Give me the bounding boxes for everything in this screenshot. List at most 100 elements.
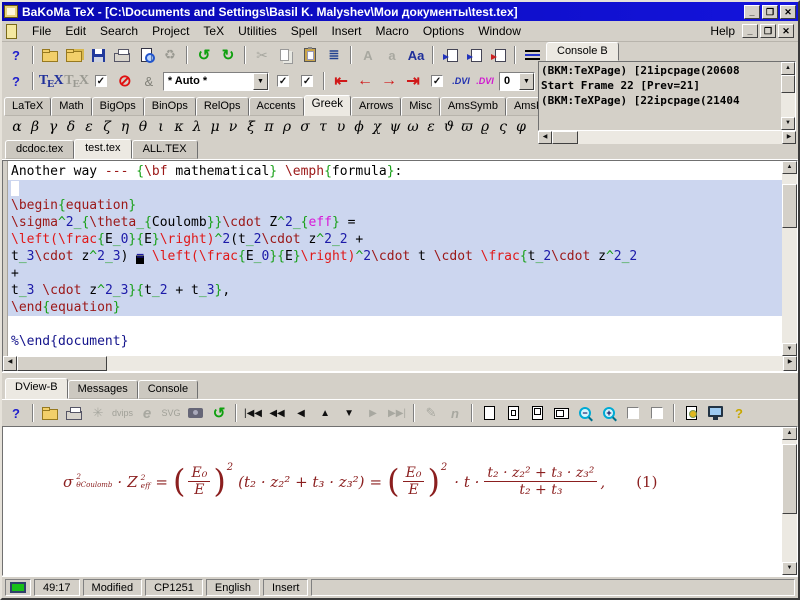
scroll-right-icon[interactable]: ▶ [783, 356, 797, 371]
mdi-close-button[interactable]: ✕ [778, 24, 794, 38]
toolbar-back-1[interactable]: ◀ [290, 403, 312, 423]
toolbar-last-page[interactable]: ⇥ [402, 71, 424, 91]
toolbar-view-page-wide[interactable] [550, 403, 572, 423]
toolbar-indent-paragraph[interactable] [439, 45, 461, 65]
toolbar-print-document[interactable] [111, 45, 133, 65]
toolbar-view-page-corner[interactable] [526, 403, 548, 423]
scroll-right-icon[interactable]: ▶ [782, 131, 796, 144]
symbol-tab-arrows[interactable]: Arrows [351, 97, 401, 116]
toolbar-next-page[interactable]: → [378, 71, 400, 91]
toolbar-view-page-box[interactable] [502, 403, 524, 423]
toolbar-zoom-out[interactable]: − [574, 403, 596, 423]
scroll-down-icon[interactable]: ▼ [782, 343, 797, 356]
greek-symbol-1[interactable]: β [26, 119, 44, 135]
toolbar-help[interactable]: ? [5, 45, 27, 65]
doc-tab-dcdoc-tex[interactable]: dcdoc.tex [5, 140, 74, 159]
editor-hscrollbar[interactable]: ◀ ▶ [3, 356, 797, 371]
greek-symbol-25[interactable]: ϖ [458, 119, 476, 135]
option-check-3-checkbox[interactable]: ✓ [431, 75, 443, 87]
toolbar-toggle-case[interactable]: Aa [405, 45, 427, 65]
scroll-down-icon[interactable]: ▼ [782, 562, 797, 575]
toolbar-outdent-paragraph[interactable] [463, 45, 485, 65]
format-combo[interactable]: * Auto *▼ [163, 72, 269, 91]
editor-text-area[interactable]: Another way --- {\bf mathematical} \emph… [8, 161, 782, 356]
greek-symbol-27[interactable]: ς [494, 119, 512, 135]
toolbar-goto-last[interactable]: ▶▶| [386, 403, 408, 423]
toolbar-option-check-1[interactable]: ✓ [272, 71, 294, 91]
console-vscrollbar[interactable]: ▲ ▼ [781, 62, 795, 130]
greek-symbol-13[interactable]: ξ [242, 119, 260, 135]
symbol-tab-greek[interactable]: Greek [304, 95, 351, 116]
greek-symbol-16[interactable]: σ [296, 119, 314, 135]
console-output[interactable]: (BKM:TeXPage) [21ipcpage(20608Start Fram… [539, 62, 781, 130]
greek-symbol-22[interactable]: ω [404, 119, 422, 135]
toolbar-page-up[interactable]: ▲ [314, 403, 336, 423]
toolbar-export-pdf[interactable]: ✳ [87, 403, 109, 423]
symbol-tab-accents[interactable]: Accents [249, 97, 304, 116]
greek-symbol-6[interactable]: η [116, 119, 134, 135]
toolbar-break-compile[interactable]: ⊘ [114, 71, 136, 91]
scroll-up-icon[interactable]: ▲ [781, 62, 795, 75]
greek-symbol-28[interactable]: φ [512, 119, 530, 135]
scroll-thumb[interactable] [781, 75, 795, 93]
toolbar-page-number-combo[interactable]: 0▼ [498, 71, 536, 91]
toolbar-prev-page[interactable]: ← [354, 71, 376, 91]
toolbar-cut[interactable]: ✂ [251, 45, 273, 65]
greek-symbol-17[interactable]: τ [314, 119, 332, 135]
toolbar-copy[interactable] [275, 45, 297, 65]
toolbar-forward-1[interactable]: ▶ [362, 403, 384, 423]
bottom-tab-messages[interactable]: Messages [68, 380, 138, 399]
symbol-tab-misc[interactable]: Misc [401, 97, 440, 116]
greek-symbol-8[interactable]: ι [152, 119, 170, 135]
scroll-down-icon[interactable]: ▼ [781, 117, 795, 130]
toolbar-print-dvi[interactable] [63, 403, 85, 423]
menu-tex[interactable]: TeX [196, 22, 231, 40]
toolbar-option-check-2[interactable]: ✓ [296, 71, 318, 91]
chevron-down-icon[interactable]: ▼ [519, 73, 534, 90]
menu-project[interactable]: Project [145, 22, 196, 40]
scroll-thumb[interactable] [782, 444, 797, 514]
greek-symbol-26[interactable]: ϱ [476, 119, 494, 135]
scroll-thumb[interactable] [782, 184, 797, 228]
greek-symbol-15[interactable]: ρ [278, 119, 296, 135]
toolbar-page-down[interactable]: ▼ [338, 403, 360, 423]
toolbar-goto-first[interactable]: |◀◀ [242, 403, 264, 423]
close-button[interactable]: ✕ [780, 5, 796, 19]
toolbar-help-tex[interactable]: ? [5, 71, 27, 91]
greek-symbol-2[interactable]: γ [44, 119, 62, 135]
greek-symbol-7[interactable]: θ [134, 119, 152, 135]
editor-vscrollbar[interactable]: ▲ ▼ [782, 161, 797, 356]
view-check-2-checkbox[interactable] [651, 407, 663, 419]
toolbar-auto-mode-check[interactable]: ✓ [90, 71, 112, 91]
toolbar-page-n[interactable]: n [444, 403, 466, 423]
menu-spell[interactable]: Spell [284, 22, 325, 40]
toolbar-first-page[interactable]: ⇤ [330, 71, 352, 91]
greek-symbol-23[interactable]: ε [422, 119, 440, 135]
doc-tab-test-tex[interactable]: test.tex [74, 139, 131, 159]
console-tab[interactable]: Console B [546, 42, 619, 61]
toolbar-help-dview[interactable]: ? [5, 403, 27, 423]
toolbar-preview-find[interactable] [135, 45, 157, 65]
symbol-tab-amssymb[interactable]: AmsSymb [440, 97, 506, 116]
minimize-button[interactable]: _ [744, 5, 760, 19]
menu-insert[interactable]: Insert [324, 22, 368, 40]
toolbar-format-paragraph[interactable] [487, 45, 509, 65]
symbol-tab-relops[interactable]: RelOps [196, 97, 249, 116]
symbol-tab-math[interactable]: Math [51, 97, 91, 116]
toolbar-dvips[interactable]: dvips [111, 403, 134, 423]
menu-file[interactable]: File [25, 22, 58, 40]
greek-symbol-19[interactable]: ϕ [350, 119, 368, 135]
toolbar-copy-files[interactable] [63, 45, 85, 65]
toolbar-tex-run[interactable]: TEX [39, 71, 62, 91]
greek-symbol-10[interactable]: λ [188, 119, 206, 135]
greek-symbol-21[interactable]: ψ [386, 119, 404, 135]
toolbar-export-image[interactable] [184, 403, 206, 423]
console-hscrollbar[interactable]: ◀ ▶ [538, 131, 796, 144]
option-check-2-checkbox[interactable]: ✓ [301, 75, 313, 87]
preview-canvas[interactable]: σ2θCoulomb · Z2eff = ( E₀E )2 (t₂ · z₂² … [3, 427, 782, 575]
menu-utilities[interactable]: Utilities [231, 22, 284, 40]
toolbar-option-check-3[interactable]: ✓ [426, 71, 448, 91]
greek-symbol-20[interactable]: χ [368, 119, 386, 135]
toolbar-view-check-2[interactable] [646, 403, 668, 423]
toolbar-zoom-in[interactable]: + [598, 403, 620, 423]
